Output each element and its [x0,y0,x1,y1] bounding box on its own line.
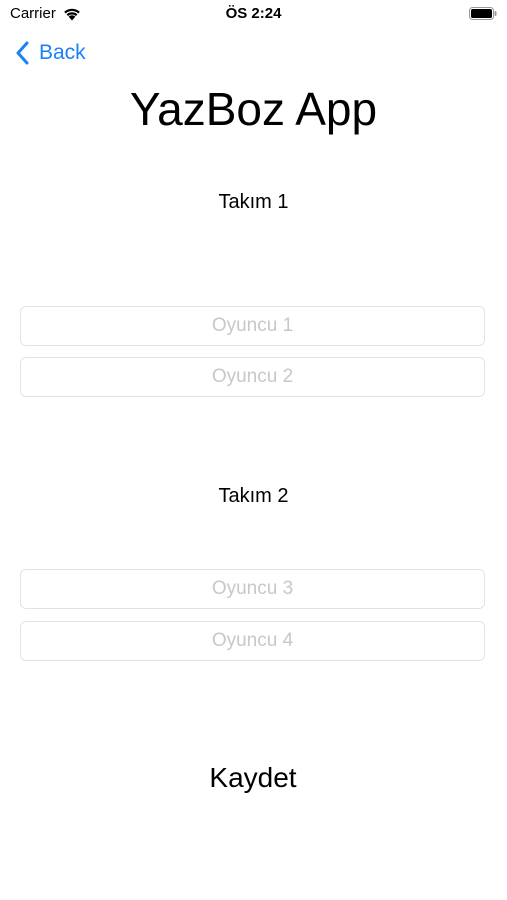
player2-input[interactable] [21,357,484,397]
status-time: ÖS 2:24 [225,5,282,22]
player2-field[interactable] [20,357,485,397]
team1-label: Takım 1 [218,191,289,213]
back-label: Back [39,41,86,64]
player1-input[interactable] [21,306,484,346]
player4-field[interactable] [20,621,485,661]
player3-input[interactable] [21,569,484,609]
status-bar: Carrier ÖS 2:24 [0,0,507,28]
player3-field[interactable] [20,569,485,609]
chevron-left-icon [16,41,29,65]
save-button[interactable]: Kaydet [153,756,353,800]
team2-label: Takım 2 [218,485,289,507]
back-button[interactable]: Back [15,38,86,68]
page-title: YazBoz App [129,83,378,135]
player4-input[interactable] [21,621,484,661]
battery-icon [469,7,497,20]
player1-field[interactable] [20,306,485,346]
